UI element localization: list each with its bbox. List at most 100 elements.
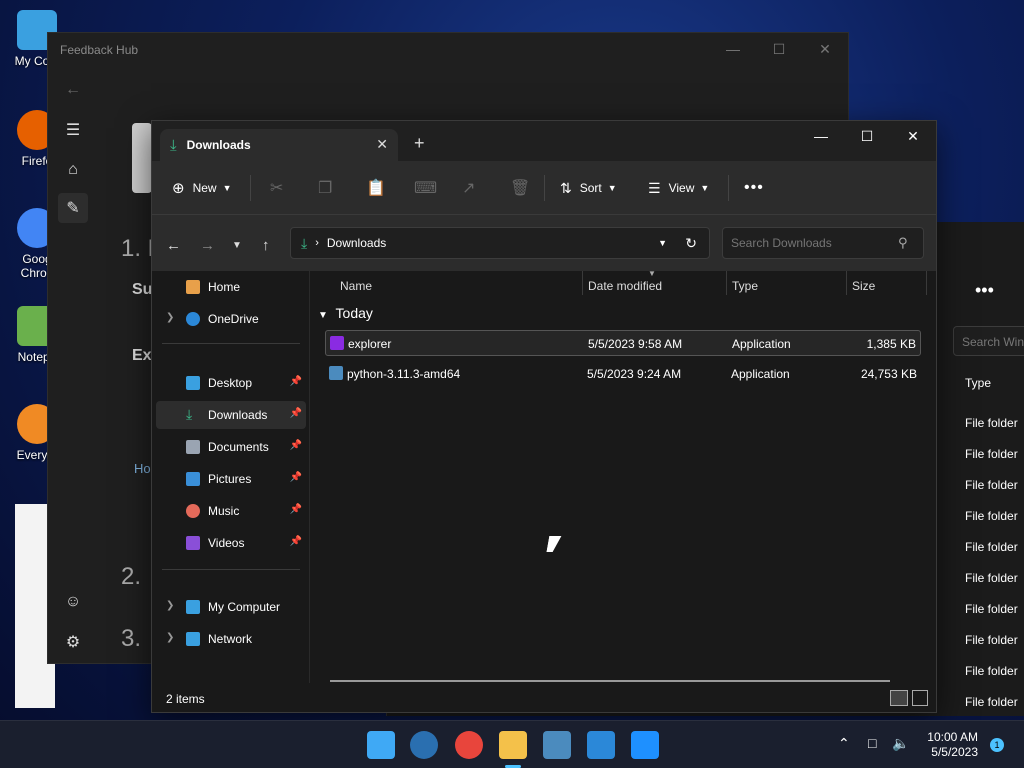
recent-chevron-icon[interactable]: ▼	[232, 240, 242, 251]
search-taskbar-icon[interactable]	[410, 731, 438, 759]
sidebar-item-videos[interactable]: Videos 📌	[156, 529, 306, 557]
item-count: 2 items	[166, 692, 205, 706]
address-dropdown-icon[interactable]: ▼	[658, 238, 667, 248]
sort-button[interactable]: ⇅ Sort ▼	[560, 175, 617, 201]
windows-start-icon[interactable]	[367, 731, 395, 759]
notification-badge[interactable]: 1	[990, 738, 1004, 752]
paste-icon[interactable]: 📋	[366, 175, 386, 201]
refresh-icon[interactable]: ↻	[685, 235, 697, 252]
desktop-icon	[186, 376, 200, 390]
hamburger-menu-icon[interactable]: ☰	[58, 115, 88, 145]
tab-downloads[interactable]: ⤓ Downloads ✕	[160, 129, 398, 161]
details-view-icon[interactable]	[890, 690, 908, 706]
feedback-hub-taskbar-icon[interactable]	[631, 731, 659, 759]
settings-gear-icon[interactable]: ⚙	[58, 627, 88, 657]
pin-icon[interactable]: 📌	[290, 472, 302, 483]
cloud-icon	[186, 312, 200, 326]
cut-icon[interactable]: ✂	[270, 175, 283, 201]
copy-icon[interactable]: ❐	[318, 175, 332, 201]
bg-row: File folder	[965, 602, 1018, 616]
sidebar-item-desktop[interactable]: Desktop 📌	[156, 369, 306, 397]
sidebar-item-pictures[interactable]: Pictures 📌	[156, 465, 306, 493]
feedback-icon[interactable]: ✎	[58, 193, 88, 223]
pin-icon[interactable]: 📌	[290, 536, 302, 547]
download-arrow-icon: ⤓	[186, 406, 193, 422]
sidebar-item-downloads[interactable]: ⤓ Downloads 📌	[156, 401, 306, 429]
file-row-python[interactable]: python-3.11.3-amd64 5/5/2023 9:24 AM App…	[325, 361, 921, 387]
clock[interactable]: 10:00 AM 5/5/2023	[927, 730, 978, 760]
bg-search-input[interactable]: Search Wind	[953, 326, 1024, 356]
new-tab-plus-icon[interactable]: +	[414, 133, 425, 154]
pin-icon[interactable]: 📌	[290, 376, 302, 387]
picture-icon	[186, 472, 200, 486]
file-row-explorer[interactable]: explorer 5/5/2023 9:58 AM Application 1,…	[325, 330, 921, 356]
search-input[interactable]	[722, 227, 924, 259]
bg-row: File folder	[965, 571, 1018, 585]
view-button[interactable]: ☰ View ▼	[648, 175, 709, 201]
pin-icon[interactable]: 📌	[290, 440, 302, 451]
download-arrow-icon: ⤓	[170, 136, 177, 154]
show-hidden-icons-chevron-icon[interactable]: ⌃	[838, 735, 850, 752]
up-arrow-icon[interactable]: ↑	[262, 237, 270, 254]
network-icon	[186, 632, 200, 646]
expand-chevron-icon[interactable]: ❯	[166, 632, 174, 643]
pin-icon[interactable]: 📌	[290, 408, 302, 419]
bg-type-header: Type	[965, 376, 992, 390]
chevron-down-icon: ▼	[700, 183, 710, 193]
more-options-icon[interactable]: •••	[744, 175, 764, 201]
horizontal-scrollbar[interactable]	[330, 680, 890, 682]
maximize-button[interactable]: ☐	[844, 121, 890, 151]
feedback-hub-title: Feedback Hub	[60, 43, 139, 57]
minimize-button[interactable]: —	[798, 121, 844, 151]
document-icon	[186, 440, 200, 454]
app-taskbar-icon[interactable]	[587, 731, 615, 759]
back-arrow-icon[interactable]: ←	[58, 75, 88, 105]
music-icon	[186, 504, 200, 518]
network-tray-icon[interactable]: □	[868, 735, 876, 751]
hub-link[interactable]: Ho	[134, 461, 151, 476]
account-icon[interactable]: ☺	[58, 587, 88, 617]
rename-icon[interactable]: ⌨	[414, 175, 437, 201]
close-button[interactable]: ✕	[802, 33, 848, 65]
breadcrumb[interactable]: Downloads	[327, 236, 386, 250]
tiles-view-icon[interactable]	[912, 690, 928, 706]
close-tab-icon[interactable]: ✕	[376, 136, 388, 153]
forward-arrow-icon[interactable]: →	[200, 237, 215, 254]
maximize-button[interactable]: ☐	[756, 33, 802, 65]
bg-row: File folder	[965, 540, 1018, 554]
sidebar-item-documents[interactable]: Documents 📌	[156, 433, 306, 461]
bg-row: File folder	[965, 416, 1018, 430]
home-icon[interactable]: ⌂	[58, 155, 88, 185]
plus-circle-icon: ⊕	[172, 180, 185, 197]
sidebar-item-music[interactable]: Music 📌	[156, 497, 306, 525]
chrome-taskbar-icon[interactable]	[455, 731, 483, 759]
more-options-icon[interactable]: •••	[975, 280, 994, 301]
expand-chevron-icon[interactable]: ❯	[166, 600, 174, 611]
bg-row: File folder	[965, 633, 1018, 647]
address-bar[interactable]: ⤓ › Downloads ▼ ↻	[290, 227, 710, 259]
close-button[interactable]: ✕	[890, 121, 936, 151]
sidebar-item-network[interactable]: ❯ Network	[156, 625, 306, 653]
file-explorer-taskbar-icon[interactable]	[499, 731, 527, 759]
download-arrow-icon: ⤓	[301, 234, 308, 251]
sort-arrows-icon: ⇅	[560, 179, 572, 196]
delete-icon[interactable]: 🗑	[510, 175, 530, 201]
new-button[interactable]: ⊕ New ▼	[172, 175, 232, 201]
navigation-pane: Home ❯ OneDrive Desktop 📌 ⤓ Downloads 📌 …	[152, 271, 310, 683]
python-taskbar-icon[interactable]	[543, 731, 571, 759]
sidebar-item-onedrive[interactable]: ❯ OneDrive	[156, 305, 306, 333]
chevron-down-icon: ▼	[222, 183, 232, 193]
minimize-button[interactable]: —	[710, 33, 756, 65]
volume-icon[interactable]: 🔈	[892, 735, 909, 752]
pin-icon[interactable]: 📌	[290, 504, 302, 515]
sidebar-item-my-computer[interactable]: ❯ My Computer	[156, 593, 306, 621]
expand-chevron-icon[interactable]: ❯	[166, 312, 174, 323]
home-icon	[186, 280, 200, 294]
sidebar-item-home[interactable]: Home	[156, 273, 306, 301]
video-icon	[186, 536, 200, 550]
back-arrow-icon[interactable]: ←	[166, 237, 181, 254]
share-icon[interactable]: ↗	[462, 175, 475, 201]
file-explorer-window: ⤓ Downloads ✕ + — ☐ ✕ ⊕ New ▼ ✂ ❐ 📋 ⌨ ↗ …	[151, 120, 937, 713]
search-icon: ⚲	[898, 235, 908, 250]
taskbar: ⌃ □ 🔈 10:00 AM 5/5/2023 1	[0, 720, 1024, 768]
